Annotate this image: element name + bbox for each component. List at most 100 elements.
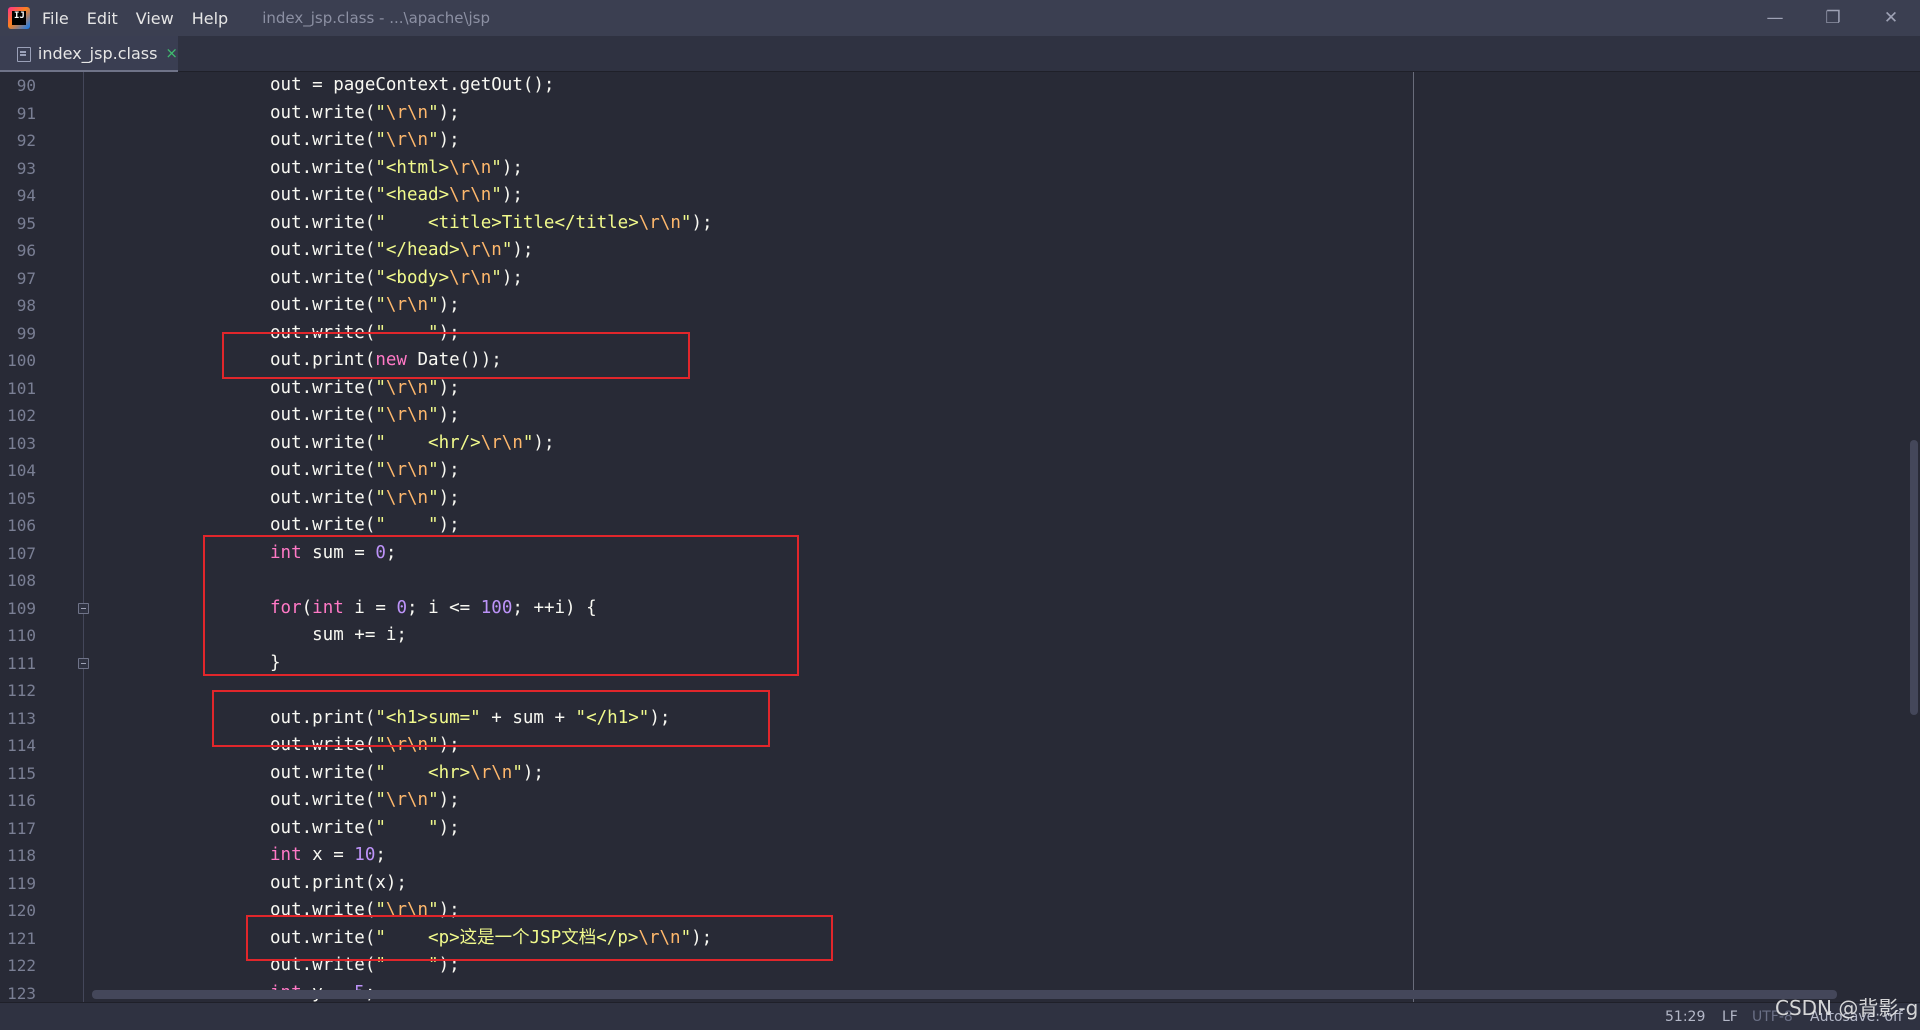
code-token: " bbox=[428, 487, 439, 508]
code-token: 10 bbox=[354, 845, 376, 865]
line-number: 100 bbox=[7, 351, 36, 370]
code-token: " bbox=[428, 460, 439, 480]
menu-bar: File Edit View Help bbox=[42, 9, 228, 28]
code-editor[interactable]: 90 out = pageContext.getOut(); 91 out.write… bbox=[0, 72, 1920, 1002]
code-text: out.write(" <hr/>\r\n"); bbox=[270, 430, 555, 458]
code-token: ); bbox=[438, 377, 460, 398]
code-token: \r\n bbox=[459, 240, 502, 260]
line-number: 110 bbox=[7, 626, 36, 645]
menu-help[interactable]: Help bbox=[192, 9, 228, 28]
code-token: " bbox=[428, 102, 439, 123]
code-token: " <title>Title</title> bbox=[375, 212, 639, 233]
code-token: ); bbox=[438, 102, 460, 123]
code-token: ); bbox=[501, 185, 523, 205]
code-token: out.write( bbox=[270, 212, 376, 233]
code-text: out.write("</head>\r\n"); bbox=[270, 237, 533, 265]
code-token: ); bbox=[501, 157, 523, 178]
code-token: " bbox=[375, 130, 386, 150]
line-separator[interactable]: LF bbox=[1722, 1009, 1738, 1025]
code-token: \r\n bbox=[638, 212, 681, 233]
code-token: \r\n bbox=[385, 487, 429, 508]
line-number: 117 bbox=[7, 818, 36, 838]
code-line[interactable]: 104 out.write("\r\n"); bbox=[0, 457, 1920, 485]
code-token: out.write( bbox=[270, 267, 376, 288]
caret-position[interactable]: 51:29 bbox=[1665, 1009, 1705, 1025]
code-token: " bbox=[428, 377, 439, 398]
line-number: 122 bbox=[7, 956, 36, 975]
code-line[interactable]: 93 out.write("<html>\r\n"); bbox=[0, 155, 1920, 183]
code-token: \r\n bbox=[470, 762, 513, 783]
minimize-button[interactable]: — bbox=[1746, 0, 1804, 36]
code-token: \r\n bbox=[449, 267, 492, 288]
code-token: " bbox=[512, 762, 523, 783]
code-token: \r\n bbox=[385, 295, 429, 315]
line-number: 97 bbox=[16, 268, 36, 288]
code-token: out.write( bbox=[270, 405, 376, 425]
line-number: 119 bbox=[7, 873, 36, 893]
code-token: out.write( bbox=[270, 460, 376, 480]
code-token: "</head> bbox=[375, 240, 460, 260]
code-token: out.write( bbox=[270, 515, 376, 535]
menu-edit[interactable]: Edit bbox=[87, 9, 118, 28]
window-controls: — ❐ ✕ bbox=[1746, 0, 1920, 36]
editor-tab-strip: index_jsp.class × bbox=[0, 36, 1920, 72]
code-line[interactable]: 91 out.write("\r\n"); bbox=[0, 100, 1920, 128]
code-text: out.write("\r\n"); bbox=[270, 787, 460, 815]
menu-view[interactable]: View bbox=[136, 9, 174, 28]
highlight-sum-loop bbox=[203, 535, 799, 676]
code-line[interactable]: 95 out.write(" <title>Title</title>\r\n")… bbox=[0, 210, 1920, 238]
line-number: 107 bbox=[7, 543, 36, 563]
code-token: ; bbox=[375, 845, 386, 865]
code-token: " bbox=[428, 405, 439, 425]
highlight-jsp-paragraph bbox=[246, 915, 833, 961]
status-bar: 51:29 LF UTF-8 Autosave: off bbox=[0, 1002, 1920, 1030]
code-line[interactable]: 115 out.write(" <hr>\r\n"); bbox=[0, 760, 1920, 788]
code-line[interactable]: 118 int x = 10; bbox=[0, 842, 1920, 870]
line-number: 118 bbox=[7, 846, 36, 865]
fold-toggle-icon[interactable] bbox=[78, 657, 89, 669]
line-number: 123 bbox=[7, 983, 36, 1003]
code-token: " bbox=[491, 185, 502, 205]
line-number: 104 bbox=[7, 461, 36, 480]
code-token: "<body> bbox=[375, 267, 450, 288]
tab-close-icon[interactable]: × bbox=[165, 44, 178, 62]
tab-index-jsp-class[interactable]: index_jsp.class × bbox=[0, 36, 178, 72]
code-line[interactable]: 103 out.write(" <hr/>\r\n"); bbox=[0, 430, 1920, 458]
code-token: \r\n bbox=[449, 157, 492, 178]
restore-button[interactable]: ❐ bbox=[1804, 0, 1862, 36]
code-token: out.write( bbox=[270, 817, 376, 838]
menu-file[interactable]: File bbox=[42, 9, 69, 28]
line-number: 96 bbox=[16, 241, 36, 260]
code-token: ); bbox=[438, 487, 460, 508]
code-line[interactable]: 92 out.write("\r\n"); bbox=[0, 127, 1920, 155]
vertical-scrollbar[interactable] bbox=[1910, 440, 1918, 715]
title-bar: IJ File Edit View Help index_jsp.class -… bbox=[0, 0, 1920, 36]
code-text: out.write("<head>\r\n"); bbox=[270, 182, 523, 210]
code-line[interactable]: 119 out.print(x); bbox=[0, 870, 1920, 898]
code-line[interactable]: 94 out.write("<head>\r\n"); bbox=[0, 182, 1920, 210]
code-line[interactable]: 98 out.write("\r\n"); bbox=[0, 292, 1920, 320]
line-number: 115 bbox=[7, 763, 36, 783]
code-line[interactable]: 96 out.write("</head>\r\n"); bbox=[0, 237, 1920, 265]
code-token: \r\n bbox=[385, 102, 429, 123]
code-line[interactable]: 116 out.write("\r\n"); bbox=[0, 787, 1920, 815]
code-token: out.write( bbox=[270, 790, 376, 810]
code-token: out.write( bbox=[270, 377, 376, 398]
code-line[interactable]: 97 out.write("<body>\r\n"); bbox=[0, 265, 1920, 293]
code-token: ); bbox=[438, 130, 460, 150]
code-text: out = pageContext.getOut(); bbox=[270, 72, 554, 100]
code-token: \r\n bbox=[385, 130, 429, 150]
line-number: 99 bbox=[16, 323, 36, 343]
fold-toggle-icon[interactable] bbox=[78, 602, 89, 614]
line-number: 92 bbox=[16, 131, 36, 150]
close-window-button[interactable]: ✕ bbox=[1862, 0, 1920, 36]
code-line[interactable]: 105 out.write("\r\n"); bbox=[0, 485, 1920, 513]
code-line[interactable]: 90 out = pageContext.getOut(); bbox=[0, 72, 1920, 100]
code-text: out.write(" <title>Title</title>\r\n"); bbox=[270, 210, 713, 238]
line-number: 120 bbox=[7, 901, 36, 920]
code-token: " bbox=[375, 487, 386, 508]
code-line[interactable]: 102 out.write("\r\n"); bbox=[0, 402, 1920, 430]
code-line[interactable]: 117 out.write(" "); bbox=[0, 815, 1920, 843]
code-token: ); bbox=[438, 405, 460, 425]
horizontal-scrollbar[interactable] bbox=[92, 990, 1837, 999]
